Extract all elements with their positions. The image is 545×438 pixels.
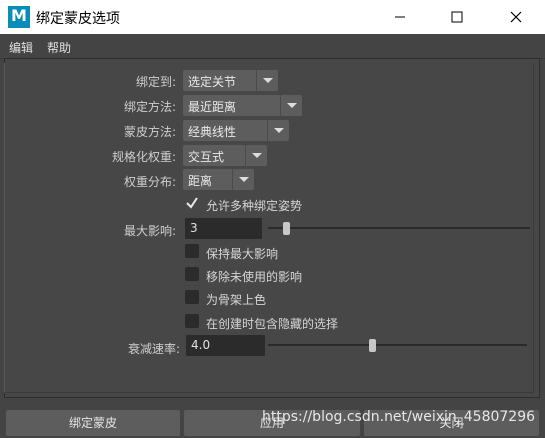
bind-method-label: 绑定方法:	[123, 100, 176, 114]
watermark-text: https://blog.csdn.net/weixin_45807296	[262, 409, 536, 425]
max-influences-field[interactable]: 3	[185, 218, 262, 239]
skin-method-label: 蒙皮方法:	[123, 125, 176, 139]
menu-help[interactable]: 帮助	[47, 39, 71, 56]
window-title: 绑定蒙皮选项	[36, 11, 120, 27]
normalize-weights-label: 规格化权重:	[111, 150, 176, 164]
close-window-button[interactable]	[493, 0, 539, 34]
max-influences-slider-track[interactable]	[268, 227, 530, 229]
maintain-max-influences-label: 保持最大影响	[206, 247, 279, 261]
allow-multiple-poses-label: 允许多种绑定姿势	[206, 199, 303, 213]
allow-multiple-poses-checkbox[interactable]	[185, 196, 199, 210]
colorize-skeleton-label: 为骨架上色	[206, 293, 267, 307]
remove-unused-influences-checkbox[interactable]	[185, 267, 199, 281]
bind-method-value: 最近距离	[188, 100, 237, 114]
close-icon	[510, 11, 522, 23]
chevron-down-icon	[256, 70, 278, 91]
maintain-max-influences-checkbox[interactable]	[185, 244, 199, 258]
include-hidden-checkbox[interactable]	[185, 314, 199, 328]
checkmark-icon	[186, 197, 198, 209]
title-bar: M 绑定蒙皮选项	[0, 0, 545, 34]
chevron-down-icon	[245, 145, 267, 166]
max-influences-slider-thumb[interactable]	[283, 222, 291, 235]
bind-method-dropdown[interactable]: 最近距离	[183, 95, 302, 116]
remove-unused-influences-label: 移除未使用的影响	[206, 270, 303, 284]
skin-method-dropdown[interactable]: 经典线性	[183, 120, 289, 141]
chevron-down-icon	[232, 169, 254, 190]
maximize-icon	[451, 11, 463, 23]
menu-bar: 编辑 帮助	[0, 34, 545, 59]
app-icon-letter: M	[11, 6, 27, 25]
menu-edit[interactable]: 编辑	[9, 39, 33, 56]
max-influences-label: 最大影响:	[123, 224, 176, 238]
normalize-weights-value: 交互式	[188, 150, 225, 164]
dropoff-rate-value: 4.0	[191, 338, 211, 352]
bind-to-label: 绑定到:	[135, 75, 176, 89]
normalize-weights-dropdown[interactable]: 交互式	[183, 145, 267, 166]
chevron-down-icon	[280, 95, 302, 116]
dropoff-rate-label: 衰减速率:	[127, 342, 180, 356]
max-influences-value: 3	[190, 221, 198, 235]
weight-distribution-value: 距离	[188, 174, 213, 188]
minimize-button[interactable]	[377, 0, 423, 34]
dropoff-rate-slider-thumb[interactable]	[368, 339, 376, 352]
weight-distribution-label: 权重分布:	[123, 175, 176, 189]
minimize-icon	[395, 16, 405, 18]
dropoff-rate-slider-track[interactable]	[268, 344, 527, 346]
maximize-button[interactable]	[434, 0, 480, 34]
chevron-down-icon	[267, 120, 289, 141]
weight-distribution-dropdown[interactable]: 距离	[183, 169, 254, 190]
bind-to-value: 选定关节	[188, 75, 237, 89]
colorize-skeleton-checkbox[interactable]	[185, 290, 199, 304]
dropoff-rate-field[interactable]: 4.0	[186, 335, 265, 356]
maya-app-icon: M	[8, 6, 30, 28]
skin-method-value: 经典线性	[188, 125, 237, 139]
include-hidden-label: 在创建时包含隐藏的选择	[206, 317, 339, 331]
bind-skin-button[interactable]: 绑定蒙皮	[6, 410, 180, 436]
bind-to-dropdown[interactable]: 选定关节	[183, 70, 278, 91]
